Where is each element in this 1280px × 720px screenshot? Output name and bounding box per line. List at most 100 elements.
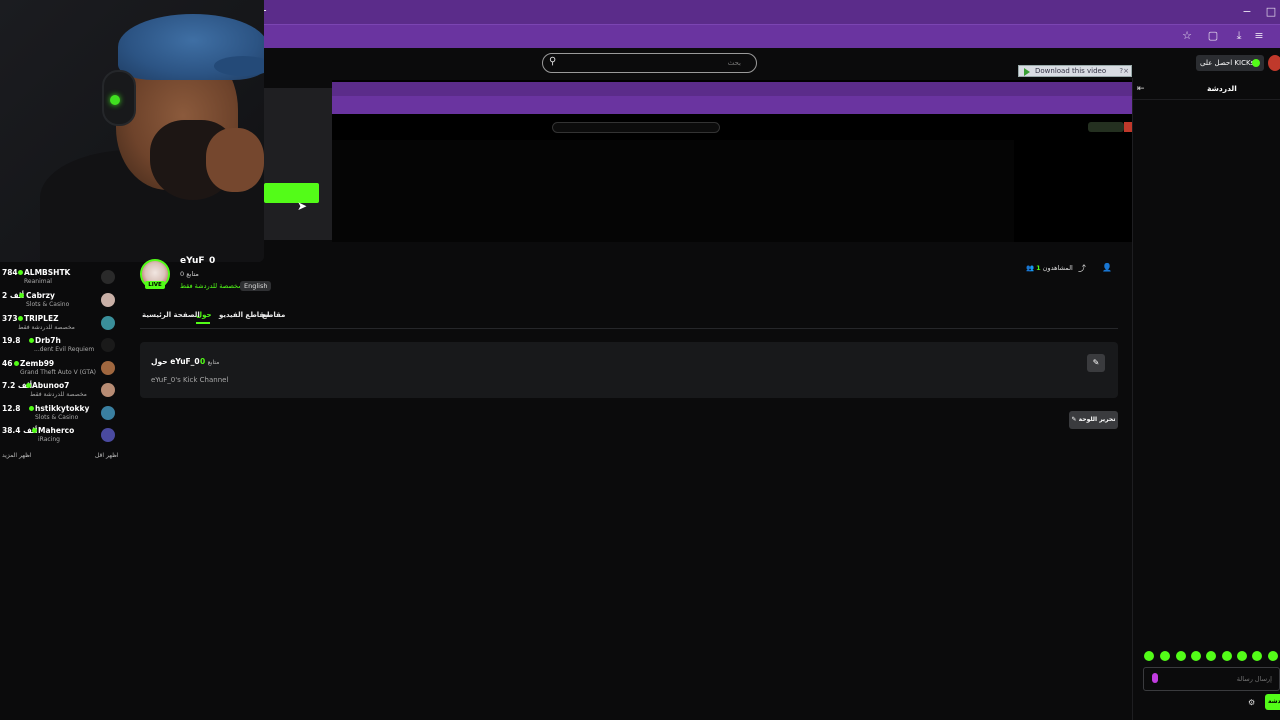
search-bar[interactable]: ⚲ xyxy=(542,53,757,73)
collapse-chat-icon[interactable]: ⇤ xyxy=(1137,84,1145,94)
sidebar-channel-item[interactable]: 38.4 ألف Maherco iRacing xyxy=(0,426,120,448)
embedded-browser-titlebar xyxy=(332,82,1132,96)
sidebar-channel-item[interactable]: 784 ALMBSHTK Reanimal xyxy=(0,268,120,290)
gear-icon[interactable]: ⚙ xyxy=(1248,698,1255,707)
embedded-panel xyxy=(264,88,332,240)
channel-category[interactable]: مخصصة للدردشة فقط xyxy=(180,282,242,290)
emote-icon[interactable] xyxy=(1160,651,1170,661)
emote-icon[interactable] xyxy=(1268,651,1278,661)
sidebar-channel-item[interactable]: 19.8 Drb7h ...dent Evil Requiem xyxy=(0,336,120,358)
viewers-count: 👥 1 المشاهدون xyxy=(1026,264,1073,272)
channel-viewers: 784 xyxy=(2,268,18,277)
embedded-green-button xyxy=(264,183,319,203)
minimize-button[interactable]: − xyxy=(1236,0,1258,24)
language-tag[interactable]: English xyxy=(240,281,272,291)
channel-name: Maherco xyxy=(38,426,75,435)
channel-category: Grand Theft Auto V (GTA) xyxy=(20,369,97,376)
sidebar-channel-item[interactable]: 12.8 hstikkytokky Slots & Casino xyxy=(0,404,120,426)
channel-category: مخصصة للدردشة فقط xyxy=(18,324,75,331)
tab-about[interactable]: حول xyxy=(196,311,212,319)
search-icon: ⚲ xyxy=(549,56,557,67)
embedded-browser-toolbar xyxy=(332,96,1132,114)
channel-followers: 0 متابع xyxy=(180,270,199,278)
show-less-link[interactable]: اظهر اقل xyxy=(95,452,119,459)
channel-avatar xyxy=(101,428,115,442)
channel-name: ALMBSHTK xyxy=(24,268,71,277)
embedded-avatar xyxy=(1124,122,1132,132)
webcam-hand xyxy=(206,128,264,192)
play-icon xyxy=(1024,68,1030,76)
viewers-icon: 👥 xyxy=(1026,264,1035,272)
followers-count: 0 xyxy=(200,357,206,366)
emote-icon[interactable] xyxy=(1206,651,1216,661)
share-icon[interactable]: ⤴ xyxy=(1078,263,1086,274)
edit-panel-button[interactable]: ✎ تحرير اللوحة xyxy=(1069,411,1118,429)
extension-icon[interactable]: ▢ xyxy=(1202,24,1224,48)
download-video-bar[interactable]: Download this video ?× xyxy=(1018,65,1132,77)
channel-name: Abunoo7 xyxy=(32,381,70,390)
emote-icon[interactable] xyxy=(1144,651,1154,661)
channel-name: Zemb99 xyxy=(20,359,55,368)
chat-input-box[interactable] xyxy=(1143,667,1280,691)
live-dot-icon xyxy=(19,293,24,298)
followers-label: متابع xyxy=(207,359,220,366)
viewers-number: 1 xyxy=(1036,264,1041,272)
channel-name: Cabrzy xyxy=(26,291,55,300)
download-icon[interactable]: ⤓ xyxy=(1228,24,1250,48)
live-dot-icon xyxy=(29,338,34,343)
emote-picker-icon[interactable] xyxy=(1152,673,1158,683)
tab-clips[interactable]: مقاطع xyxy=(262,311,285,319)
chat-panel xyxy=(1132,78,1280,720)
tab-home[interactable]: الصفحة الرئيسية xyxy=(142,311,200,319)
channel-viewers: 373 xyxy=(2,314,18,323)
channel-category: Slots & Casino xyxy=(26,301,70,308)
channel-avatar xyxy=(101,293,115,307)
live-dot-icon xyxy=(29,406,34,411)
channel-viewers: 46 xyxy=(2,359,13,368)
live-dot-icon xyxy=(32,428,37,433)
edit-pencil-icon[interactable]: ✎ xyxy=(1087,354,1105,372)
emote-icon[interactable] xyxy=(1252,651,1262,661)
search-input[interactable] xyxy=(561,56,741,70)
profile-icon[interactable]: 👤 xyxy=(1102,263,1112,272)
get-kicks-label: احصل على KICKs xyxy=(1200,59,1255,67)
channel-category: Slots & Casino xyxy=(35,414,79,421)
active-tab-indicator xyxy=(196,322,210,324)
channel-category: Reanimal xyxy=(24,278,52,285)
show-more-link[interactable]: اظهر المزيد xyxy=(2,452,32,459)
live-badge: LIVE xyxy=(145,281,165,289)
channel-viewers: 19.8 xyxy=(2,336,21,345)
star-icon[interactable]: ☆ xyxy=(1176,24,1198,48)
edit-panel-label: تحرير اللوحة xyxy=(1078,416,1116,423)
emote-icon[interactable] xyxy=(1222,651,1232,661)
menu-icon[interactable]: ≡ xyxy=(1248,24,1270,48)
about-card xyxy=(140,342,1118,398)
embedded-video-area xyxy=(332,140,1014,242)
channel-avatar xyxy=(101,270,115,284)
emote-icon[interactable] xyxy=(1237,651,1247,661)
sidebar-channel-item[interactable]: 46 Zemb99 Grand Theft Auto V (GTA) xyxy=(0,359,120,381)
emote-icon[interactable] xyxy=(1191,651,1201,661)
channel-avatar xyxy=(101,383,115,397)
sidebar-channel-item[interactable]: 2 ألف Cabrzy Slots & Casino xyxy=(0,291,120,313)
channel-name: Drb7h xyxy=(35,336,61,345)
embedded-search xyxy=(552,122,720,133)
channel-name: eYuF_0 xyxy=(180,256,216,263)
kicks-coin-icon xyxy=(1252,59,1260,67)
tabs-divider xyxy=(140,328,1118,329)
emote-icon[interactable] xyxy=(1176,651,1186,661)
sidebar-channel-item[interactable]: 7.2 ألف Abunoo7 مخصصة للدردشة فقط xyxy=(0,381,120,403)
channel-avatar xyxy=(101,316,115,330)
sidebar-channel-item[interactable]: 373 TRIPLEZ مخصصة للدردشة فقط xyxy=(0,314,120,336)
close-icon[interactable]: ?× xyxy=(1119,66,1129,77)
chat-send-button[interactable]: دردشة xyxy=(1265,694,1280,710)
get-kicks-button[interactable]: احصل على KICKs xyxy=(1196,55,1264,71)
channel-category: مخصصة للدردشة فقط xyxy=(30,391,87,398)
channel-viewers: 12.8 xyxy=(2,404,21,413)
channel-avatar xyxy=(101,338,115,352)
chat-message-input[interactable] xyxy=(1162,672,1272,686)
user-avatar[interactable] xyxy=(1268,55,1280,71)
live-dot-icon xyxy=(26,383,31,388)
webcam-cap-brim xyxy=(214,56,264,76)
maximize-button[interactable]: □ xyxy=(1260,0,1280,24)
